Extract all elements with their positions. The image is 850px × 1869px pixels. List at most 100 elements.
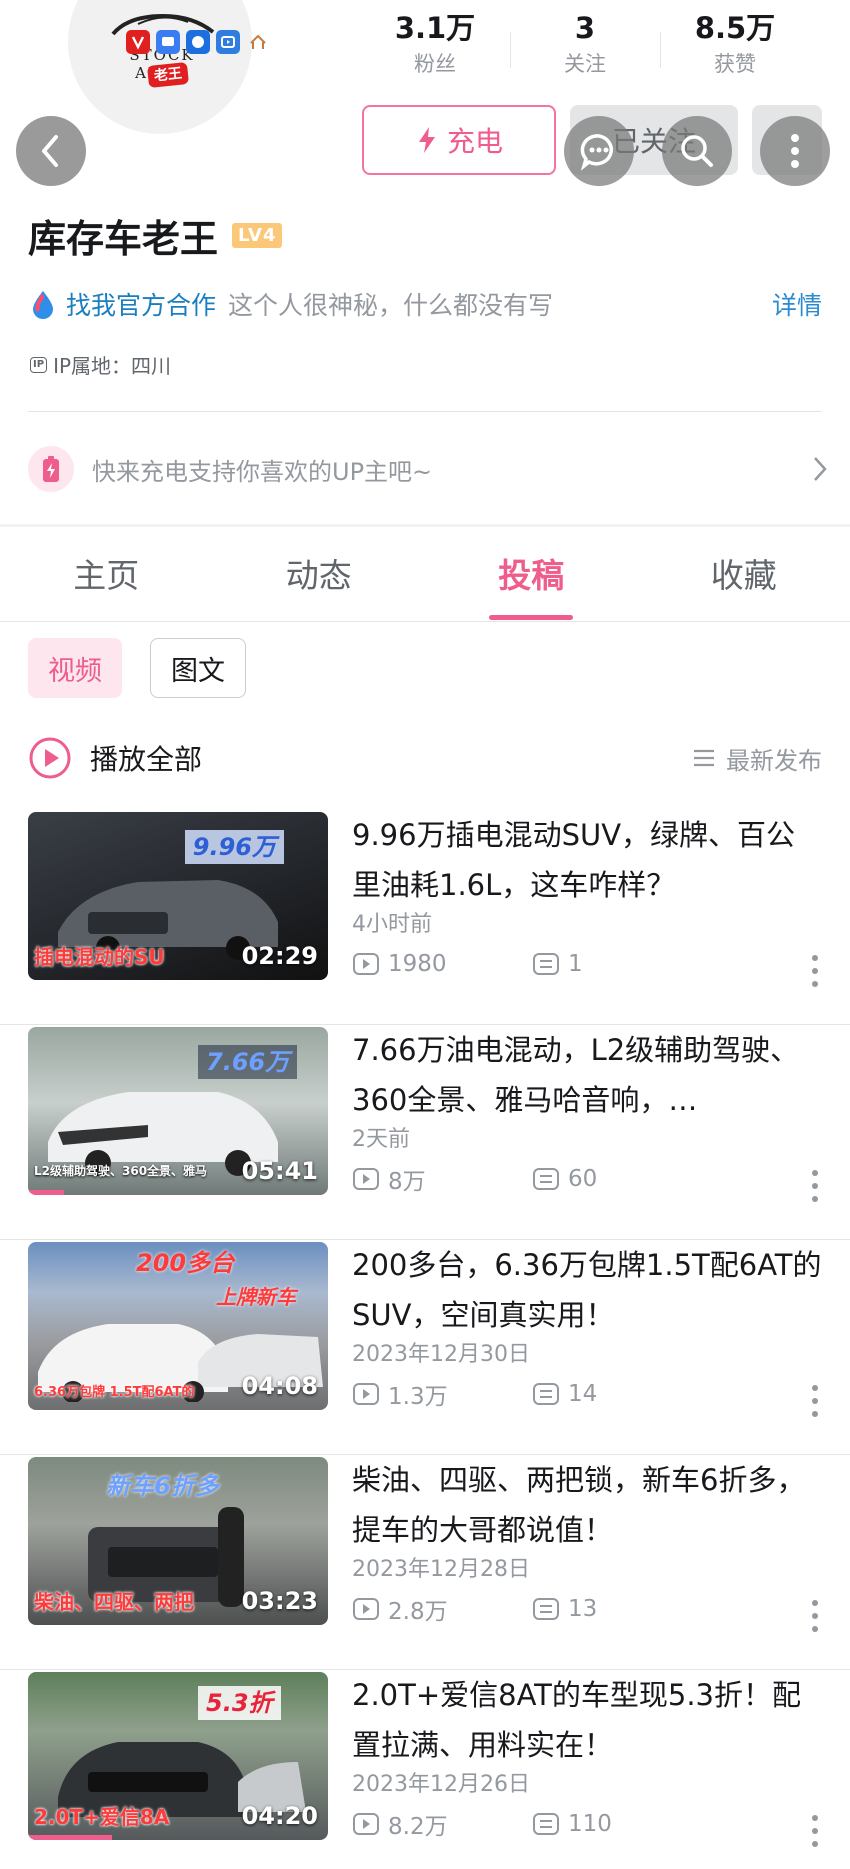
- comment-count-value: 1: [568, 951, 583, 977]
- profile-tabs: 主页 动态 投稿 收藏: [0, 540, 850, 620]
- chip-video[interactable]: 视频: [28, 638, 122, 698]
- chat-button[interactable]: [564, 116, 634, 186]
- video-thumbnail[interactable]: 9.96万 插电混动的SU 02:29: [28, 812, 328, 980]
- play-circle-icon[interactable]: [28, 736, 72, 780]
- battery-charge-icon: [28, 446, 74, 492]
- play-count-icon: [353, 1168, 379, 1190]
- video-meta: 8.2万 110: [352, 1806, 822, 1842]
- back-button[interactable]: [16, 116, 86, 186]
- video-title[interactable]: 7.66万油电混动，L2级辅助驾驶、360全景、雅马哈音响，…: [352, 1025, 822, 1125]
- video-notify-icon: [216, 30, 240, 54]
- home-notify-icon: [246, 30, 270, 54]
- video-more-icon[interactable]: [810, 954, 820, 988]
- view-count-value: 8.2万: [388, 1814, 448, 1840]
- thumb-banner-secondary: 上牌新车: [216, 1285, 296, 1309]
- watch-progress: [28, 1190, 64, 1195]
- charge-button[interactable]: 充电: [362, 105, 556, 175]
- stat-likes[interactable]: 8.5万 获赞: [660, 8, 810, 80]
- stat-value: 8.5万: [694, 11, 776, 45]
- cooperation-drop-icon: [33, 291, 53, 319]
- tab-home[interactable]: 主页: [0, 540, 213, 620]
- comment-count-icon: [533, 953, 559, 975]
- sort-label: 最新发布: [726, 746, 822, 775]
- video-thumbnail[interactable]: 7.66万 L2级辅助驾驶、360全景、雅马 05:41: [28, 1027, 328, 1195]
- video-title[interactable]: 2.0T+爱信8AT的车型现5.3折！配置拉满、用料实在！: [352, 1670, 822, 1770]
- play-all-button[interactable]: 播放全部: [90, 738, 692, 778]
- video-date: 2天前: [352, 1127, 410, 1152]
- comment-count: 14: [532, 1381, 597, 1407]
- tab-favorites[interactable]: 收藏: [638, 540, 850, 620]
- lightning-icon: [418, 127, 435, 153]
- video-duration: 03:23: [241, 1587, 318, 1615]
- video-more-icon[interactable]: [810, 1814, 820, 1848]
- profile-stats: 3.1万 粉丝 3 关注 8.5万 获赞: [360, 8, 810, 80]
- stat-following[interactable]: 3 关注: [510, 8, 660, 80]
- profile-name: 库存车老王: [28, 217, 219, 261]
- stat-value: 3.1万: [394, 11, 476, 45]
- stat-label: 获赞: [714, 52, 756, 76]
- watch-progress: [28, 1835, 112, 1840]
- comment-count-icon: [533, 1383, 559, 1405]
- video-thumbnail[interactable]: 200多台 上牌新车 6.36万包牌 1.5T配6AT的 04:08: [28, 1242, 328, 1410]
- comment-count-icon: [533, 1813, 559, 1835]
- play-count-icon: [353, 1813, 379, 1835]
- sort-list-icon: [694, 749, 714, 767]
- video-title[interactable]: 200多台，6.36万包牌1.5T配6AT的SUV，空间真实用！: [352, 1240, 822, 1340]
- video-more-icon[interactable]: [810, 1169, 820, 1203]
- video-date: 2023年12月26日: [352, 1772, 530, 1797]
- content-type-chips: 视频 图文: [28, 638, 246, 698]
- comment-count: 13: [532, 1596, 597, 1622]
- charge-tip-text: 快来充电支持你喜欢的UP主吧~: [92, 457, 433, 486]
- thumb-caption: 2.0T+爱信8A: [34, 1805, 170, 1829]
- thumb-banner: 5.3折: [198, 1686, 281, 1720]
- sort-button[interactable]: 最新发布: [692, 741, 822, 776]
- view-count-value: 1.3万: [388, 1384, 448, 1410]
- thumb-caption: L2级辅助驾驶、360全景、雅马: [34, 1164, 208, 1178]
- more-options-button[interactable]: [760, 116, 830, 186]
- video-duration: 04:20: [241, 1802, 318, 1830]
- detail-link[interactable]: 详情: [772, 286, 822, 322]
- comment-count-value: 110: [568, 1811, 612, 1837]
- video-item[interactable]: 200多台 上牌新车 6.36万包牌 1.5T配6AT的 04:08 200多台…: [0, 1240, 850, 1455]
- app-notify-icon: [126, 30, 150, 54]
- video-title[interactable]: 9.96万插电混动SUV，绿牌、百公里油耗1.6L，这车咋样？: [352, 810, 822, 910]
- video-meta: 1980 1: [352, 946, 822, 982]
- profile-name-row: 库存车老王 LV4: [28, 208, 283, 263]
- ip-location: IP属地：四川: [53, 354, 172, 378]
- video-list: 9.96万 插电混动的SU 02:29 9.96万插电混动SUV，绿牌、百公里油…: [0, 810, 850, 1869]
- video-date: 2023年12月28日: [352, 1557, 530, 1582]
- comment-count: 110: [532, 1811, 612, 1837]
- thumb-banner: 200多台: [136, 1249, 235, 1277]
- thumb-caption: 6.36万包牌 1.5T配6AT的: [34, 1385, 195, 1400]
- video-meta: 1.3万 14: [352, 1376, 822, 1412]
- video-more-icon[interactable]: [810, 1599, 820, 1633]
- thumb-caption: 插电混动的SU: [34, 945, 165, 969]
- video-meta: 2.8万 13: [352, 1591, 822, 1627]
- video-thumbnail[interactable]: 5.3折 2.0T+爱信8A 04:20: [28, 1672, 328, 1840]
- profile-bio: 这个人很神秘，什么都没有写: [228, 291, 554, 320]
- section-divider: [0, 524, 850, 527]
- video-more-icon[interactable]: [810, 1384, 820, 1418]
- video-item[interactable]: 新车6折多 柴油、四驱、两把 03:23 柴油、四驱、两把锁，新车6折多，提车的…: [0, 1455, 850, 1670]
- video-title[interactable]: 柴油、四驱、两把锁，新车6折多，提车的大哥都说值！: [352, 1455, 822, 1555]
- charge-tip-row[interactable]: 快来充电支持你喜欢的UP主吧~: [28, 440, 828, 498]
- search-button[interactable]: [662, 116, 732, 186]
- level-badge: LV4: [232, 223, 283, 248]
- stat-followers[interactable]: 3.1万 粉丝: [360, 8, 510, 80]
- tab-uploads[interactable]: 投稿: [425, 540, 638, 620]
- video-thumbnail[interactable]: 新车6折多 柴油、四驱、两把 03:23: [28, 1457, 328, 1625]
- view-count-value: 8万: [388, 1169, 426, 1195]
- video-meta: 8万 60: [352, 1161, 822, 1197]
- tab-dynamics[interactable]: 动态: [213, 540, 426, 620]
- view-count: 1.3万: [352, 1377, 532, 1411]
- ip-location-row: IP IP属地：四川: [30, 350, 171, 379]
- avatar[interactable]: STOCK AUTO 老王: [68, 0, 252, 134]
- video-item[interactable]: 9.96万 插电混动的SU 02:29 9.96万插电混动SUV，绿牌、百公里油…: [0, 810, 850, 1025]
- comment-count-icon: [533, 1598, 559, 1620]
- cooperation-link[interactable]: 找我官方合作: [66, 286, 216, 322]
- video-duration: 04:08: [241, 1372, 318, 1400]
- video-item[interactable]: 7.66万 L2级辅助驾驶、360全景、雅马 05:41 7.66万油电混动，L…: [0, 1025, 850, 1240]
- video-item[interactable]: 5.3折 2.0T+爱信8A 04:20 2.0T+爱信8AT的车型现5.3折！…: [0, 1670, 850, 1869]
- back-arrow-icon: [42, 135, 58, 167]
- chip-article[interactable]: 图文: [150, 638, 246, 698]
